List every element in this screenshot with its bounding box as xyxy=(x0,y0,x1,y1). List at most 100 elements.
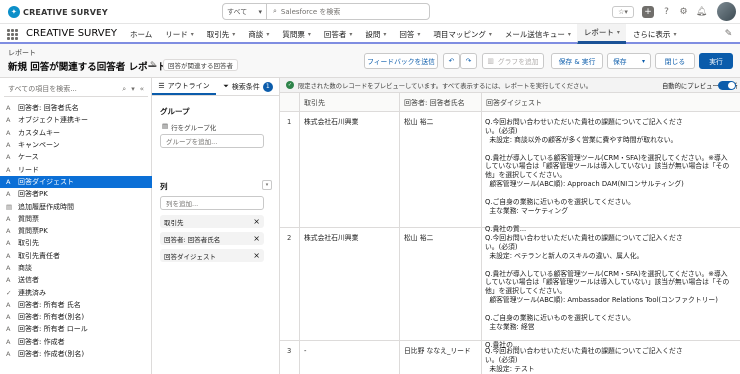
chevron-down-icon[interactable]: ▾ xyxy=(489,31,492,38)
tab-7[interactable]: 回答 ▾ xyxy=(392,24,426,44)
remove-column-icon[interactable]: × xyxy=(253,251,260,260)
field-item[interactable]: A 回答者: 回答者氏名 xyxy=(0,102,152,114)
company-logo[interactable]: ✦ CREATIVE SURVEY xyxy=(8,6,108,18)
user-avatar[interactable] xyxy=(717,2,736,21)
setup-gear-icon[interactable]: ⚙ xyxy=(677,5,690,18)
field-type-icon: A xyxy=(6,300,11,309)
field-item[interactable]: ✓ 連携済み xyxy=(0,286,152,298)
redo-button[interactable]: ↷ xyxy=(460,53,477,69)
column-header-digest[interactable]: 回答ダイジェスト xyxy=(481,93,740,112)
favorites-star-icon[interactable]: ☆▾ xyxy=(612,6,634,18)
cell-respondent-name[interactable]: 松山 裕二 xyxy=(404,118,433,127)
chevron-down-icon[interactable]: ▾ xyxy=(383,31,386,38)
column-chip[interactable]: 回答者: 回答者氏名 × xyxy=(160,232,264,245)
collapse-panel-icon[interactable]: « xyxy=(140,85,144,94)
field-item[interactable]: A 質問票 xyxy=(0,213,152,225)
cell-account[interactable]: 株式会社石川興業 xyxy=(304,118,358,127)
tab-11[interactable]: さらに表示 ▾ xyxy=(626,24,683,44)
chevron-down-icon[interactable]: ▾ xyxy=(417,31,420,38)
remove-column-icon[interactable]: × xyxy=(253,217,260,226)
tab-0[interactable]: ホーム xyxy=(123,24,158,44)
undo-button[interactable]: ↶ xyxy=(443,53,460,69)
tab-5[interactable]: 回答者 ▾ xyxy=(317,24,359,44)
edit-title-pencil-icon[interactable]: ✎ xyxy=(150,60,157,69)
search-input[interactable]: Salesforce を検索 xyxy=(281,7,340,17)
field-item[interactable]: A 回答者: 所有者 ロール xyxy=(0,323,152,335)
filter-menu-icon[interactable]: ▾ xyxy=(131,85,135,94)
column-header-account[interactable]: 取引先 xyxy=(299,93,399,112)
chart-icon: ▥ xyxy=(487,57,494,65)
chevron-down-icon[interactable]: ▾ xyxy=(266,31,269,38)
field-item[interactable]: A 回答者PK xyxy=(0,188,152,200)
chevron-down-icon[interactable]: ▾ xyxy=(673,31,676,38)
field-label: リード xyxy=(18,165,39,174)
field-item[interactable]: A 取引先 xyxy=(0,237,152,249)
help-icon[interactable]: ? xyxy=(660,5,673,18)
auto-preview-toggle[interactable] xyxy=(718,81,736,90)
add-chart-button[interactable]: ▥ グラフを追加 xyxy=(482,53,544,69)
chevron-down-icon[interactable]: ▾ xyxy=(308,31,311,38)
tab-10[interactable]: レポート ▾ xyxy=(576,24,626,44)
tab-8[interactable]: 項目マッピング ▾ xyxy=(426,24,498,44)
field-item[interactable]: A 質問票PK xyxy=(0,225,152,237)
cell-respondent-name[interactable]: 松山 裕二 xyxy=(404,234,433,243)
tab-1[interactable]: リード ▾ xyxy=(158,24,200,44)
tab-4[interactable]: 質問票 ▾ xyxy=(275,24,317,44)
column-header-name[interactable]: 回答者: 回答者氏名 xyxy=(399,93,481,112)
field-item[interactable]: A リード xyxy=(0,163,152,175)
columns-menu-icon[interactable]: ▾ xyxy=(262,180,272,190)
tab-3[interactable]: 商談 ▾ xyxy=(241,24,275,44)
chevron-down-icon[interactable]: ▾ xyxy=(349,31,352,38)
field-item[interactable]: A カスタムキー xyxy=(0,127,152,139)
page-title: 新規 回答が関連する回答者 レポート xyxy=(8,62,167,73)
tab-9[interactable]: メール送信キュー ▾ xyxy=(498,24,577,44)
remove-column-icon[interactable]: × xyxy=(253,234,260,243)
field-search-input[interactable]: すべての項目を検索... ⌕ ▾ « xyxy=(4,82,148,97)
group-rows-icon: ▤ xyxy=(162,122,169,130)
tab-outline[interactable]: ☰ アウトライン xyxy=(152,78,216,95)
field-type-icon: A xyxy=(6,276,11,285)
save-and-run-button[interactable]: 保存 & 実行 xyxy=(551,53,603,69)
chevron-down-icon[interactable]: ▾ xyxy=(617,29,620,36)
cell-account[interactable]: 株式会社石川興業 xyxy=(304,234,358,243)
global-search[interactable]: すべて ▾ ⌕ Salesforce を検索 xyxy=(222,3,430,20)
field-item[interactable]: A 回答者: 作成者 xyxy=(0,336,152,348)
run-button[interactable]: 実行 xyxy=(699,53,733,69)
field-item[interactable]: A 取引先責任者 xyxy=(0,250,152,262)
field-item[interactable]: A 送信者 xyxy=(0,274,152,286)
global-add-icon[interactable]: + xyxy=(642,6,654,18)
field-item[interactable]: A 回答者: 所有者 氏名 xyxy=(0,299,152,311)
tab-6[interactable]: 設問 ▾ xyxy=(358,24,392,44)
cell-respondent-name[interactable]: 日比野 ななえ_リード xyxy=(404,347,471,356)
column-chip[interactable]: 回答ダイジェスト × xyxy=(160,249,264,262)
group-add-input[interactable]: グループを追加... xyxy=(160,134,264,148)
field-item[interactable]: A ケース xyxy=(0,151,152,163)
field-item[interactable]: A 回答者: 所有者(別名) xyxy=(0,311,152,323)
feedback-button[interactable]: フィードバックを送信 xyxy=(364,53,438,69)
field-item[interactable]: A 回答ダイジェスト xyxy=(0,175,152,189)
cell-account[interactable]: - xyxy=(304,347,306,356)
field-type-icon: A xyxy=(6,337,11,346)
field-type-icon: A xyxy=(6,264,11,272)
field-item[interactable]: A キャンペーン xyxy=(0,139,152,151)
column-chip[interactable]: 取引先 × xyxy=(160,215,264,228)
field-item[interactable]: A 回答者: 作成者(別名) xyxy=(0,348,152,360)
success-check-icon: ✓ xyxy=(286,81,294,89)
close-button[interactable]: 閉じる xyxy=(655,53,695,69)
notification-bell-icon[interactable]: 🔔︎ xyxy=(695,5,708,18)
edit-nav-pencil-icon[interactable]: ✎ xyxy=(722,27,735,40)
field-item[interactable]: A 商談 xyxy=(0,262,152,274)
search-scope-select[interactable]: すべて ▾ xyxy=(223,4,267,19)
chevron-down-icon[interactable]: ▾ xyxy=(232,31,235,38)
column-chip-label: 回答者: 回答者氏名 xyxy=(164,235,221,244)
chevron-down-icon[interactable]: ▾ xyxy=(568,31,571,38)
tab-filters[interactable]: ⏷ 検索条件 1 xyxy=(216,78,280,95)
breadcrumb[interactable]: レポート xyxy=(8,48,36,58)
column-add-input[interactable]: 列を追加... xyxy=(160,196,264,210)
save-button[interactable]: 保存 ▾ xyxy=(607,53,651,69)
app-launcher-icon[interactable] xyxy=(6,28,18,40)
field-item[interactable]: A オブジェクト連携キー xyxy=(0,114,152,126)
chevron-down-icon[interactable]: ▾ xyxy=(191,31,194,38)
tab-2[interactable]: 取引先 ▾ xyxy=(200,24,242,44)
field-item[interactable]: ▤ 追加履歴作成時間 xyxy=(0,200,152,212)
